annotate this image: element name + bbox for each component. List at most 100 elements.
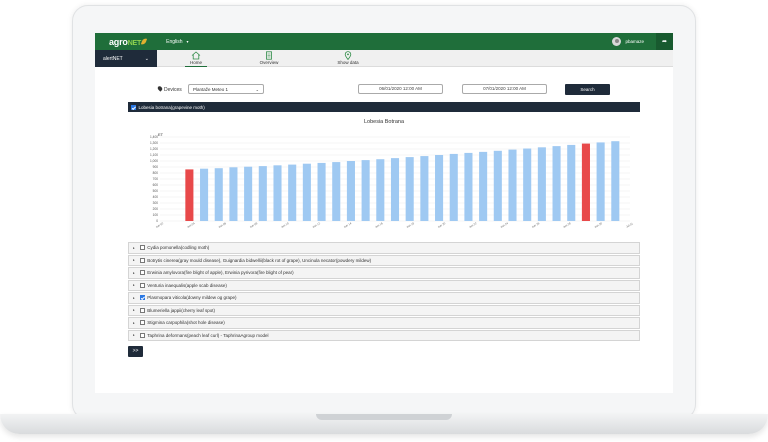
chart-bar[interactable] bbox=[420, 156, 429, 221]
disease-checkbox[interactable] bbox=[139, 257, 145, 263]
disease-item[interactable]: ▸ Erwinia amylovora(fire blight of apple)… bbox=[128, 267, 640, 279]
tab-home[interactable]: Home bbox=[185, 51, 207, 67]
tab-overview[interactable]: Overview bbox=[255, 51, 283, 67]
search-button[interactable]: Search bbox=[565, 84, 610, 95]
chart-bar[interactable] bbox=[567, 144, 576, 221]
disease-checkbox[interactable] bbox=[139, 332, 145, 338]
x-tick-label: Jun 04 bbox=[186, 221, 196, 229]
y-tick-label: 200 bbox=[153, 207, 159, 211]
chart-bar[interactable] bbox=[405, 157, 414, 221]
chart-bar[interactable] bbox=[493, 150, 502, 221]
chart-bar[interactable] bbox=[185, 169, 194, 221]
disease-list: ▸ Cydia pomonella(codling moth) ▸ Botrytis … bbox=[128, 242, 640, 342]
disease-checkbox[interactable] bbox=[139, 282, 145, 288]
disease-label: Botrytis cinerea(gray mould disease), Gu… bbox=[147, 257, 372, 263]
caret-right-icon[interactable]: ▸ bbox=[133, 258, 135, 262]
lobesia-checkbox[interactable] bbox=[131, 104, 136, 110]
user-area: pbamaze ➦ bbox=[612, 33, 673, 50]
y-tick-label: 300 bbox=[153, 201, 159, 205]
caret-right-icon[interactable]: ▸ bbox=[133, 271, 135, 275]
disease-checkbox[interactable] bbox=[139, 295, 145, 301]
x-tick-label: Jun 08 bbox=[249, 221, 259, 229]
y-tick-label: 1,200 bbox=[150, 147, 158, 151]
y-tick-label: 1,400 bbox=[150, 135, 158, 139]
x-tick-label: Jun 12 bbox=[312, 221, 322, 229]
chart-bar[interactable] bbox=[596, 142, 605, 221]
disease-label: Erwinia amylovora(fire blight of apple),… bbox=[147, 270, 294, 276]
chart-bar[interactable] bbox=[200, 168, 209, 221]
chart-bar[interactable] bbox=[611, 141, 620, 221]
tab-show-data[interactable]: Show data bbox=[335, 51, 361, 67]
caret-right-icon[interactable]: ▸ bbox=[133, 296, 135, 300]
caret-right-icon[interactable]: ▸ bbox=[133, 333, 135, 337]
chart-title: Lobesia Botrana bbox=[364, 119, 405, 125]
laptop-notch bbox=[316, 414, 452, 420]
chart-bar[interactable] bbox=[273, 165, 282, 221]
chevron-down-icon: ⌄ bbox=[255, 86, 259, 92]
disease-checkbox[interactable] bbox=[139, 320, 145, 326]
date-to-input[interactable]: 07/01/2020 12:00 AM bbox=[462, 84, 547, 94]
x-tick-label: Jun 18 bbox=[406, 221, 416, 229]
chart-bar[interactable] bbox=[449, 153, 458, 221]
more-button[interactable]: >> bbox=[128, 346, 143, 357]
map-pin-icon bbox=[344, 51, 352, 60]
chart-bar[interactable] bbox=[214, 168, 223, 221]
product-switcher[interactable]: alertNET ⌄ bbox=[95, 50, 157, 67]
chart-bar[interactable] bbox=[581, 143, 590, 221]
disease-item[interactable]: ▸ Cydia pomonella(codling moth) bbox=[128, 242, 640, 254]
document-icon bbox=[266, 51, 272, 60]
chart-bar[interactable] bbox=[390, 158, 400, 221]
date-from-input[interactable]: 06/01/2020 12:00 AM bbox=[358, 84, 443, 94]
logout-button[interactable]: ➦ bbox=[656, 33, 673, 50]
chart-bar[interactable] bbox=[464, 152, 473, 221]
disease-checkbox[interactable] bbox=[139, 245, 145, 251]
disease-label: Venturia inaequalis(apple scab disease) bbox=[147, 282, 227, 288]
disease-item[interactable]: ▸ Venturia inaequalis(apple scab disease) bbox=[128, 279, 640, 291]
y-tick-label: 100 bbox=[153, 213, 159, 217]
language-select[interactable]: English ▾ bbox=[166, 39, 188, 45]
chart-bar[interactable] bbox=[317, 162, 326, 221]
chart-bar[interactable] bbox=[346, 161, 355, 221]
chart-bar[interactable] bbox=[376, 159, 385, 221]
x-tick-label: Jun 20 bbox=[437, 221, 447, 229]
x-tick-label: Jun 14 bbox=[343, 221, 353, 229]
caret-right-icon[interactable]: ▸ bbox=[133, 308, 135, 312]
y-tick-label: 500 bbox=[153, 189, 159, 193]
chart-bar[interactable] bbox=[302, 163, 311, 221]
caret-right-icon[interactable]: ▸ bbox=[133, 246, 135, 250]
chart-bar[interactable] bbox=[288, 164, 297, 221]
disease-label: Blumeriella jappii(cherry leaf spot) bbox=[147, 307, 216, 313]
disease-checkbox[interactable] bbox=[139, 270, 145, 276]
chart-bar[interactable] bbox=[361, 160, 370, 221]
devices-label: Devices bbox=[156, 85, 182, 93]
chart-bar[interactable] bbox=[244, 166, 253, 221]
lobesia-bar-chart: Lobesia Botrana ET 0 100 200 300 400 500 600 70… bbox=[150, 119, 634, 229]
disease-item[interactable]: ▸ Stigmina carpophila(shot hole disease) bbox=[128, 317, 640, 329]
disease-item[interactable]: ▸ Botrytis cinerea(gray mould disease), G… bbox=[128, 254, 640, 266]
chart-bar[interactable] bbox=[332, 162, 341, 221]
chart-bar[interactable] bbox=[479, 151, 488, 221]
caret-right-icon[interactable]: ▸ bbox=[133, 321, 135, 325]
chart-bar[interactable] bbox=[508, 149, 517, 221]
section-header-lobesia[interactable]: Lobesia botrana(grapevine moth) bbox=[128, 102, 640, 112]
avatar[interactable] bbox=[612, 37, 622, 46]
chart-bar[interactable] bbox=[258, 166, 267, 221]
chart-bar[interactable] bbox=[229, 167, 238, 221]
device-select[interactable]: Plantaže Meteo 1 ⌄ bbox=[188, 84, 264, 94]
chart-bar[interactable] bbox=[523, 148, 532, 221]
chevron-down-icon: ⌄ bbox=[144, 55, 149, 62]
disease-item[interactable]: ▸ Taphrina deformans(peach leaf curl) - T… bbox=[128, 329, 640, 341]
disease-item[interactable]: ▸ Blumeriella jappii(cherry leaf spot) bbox=[128, 304, 640, 316]
disease-checkbox[interactable] bbox=[139, 307, 145, 313]
location-icon bbox=[156, 85, 164, 92]
x-tick-label: Jun 30 bbox=[594, 221, 604, 229]
top-bar: agroNET English ▾ pbamaze ➦ bbox=[95, 33, 673, 50]
chart-bar[interactable] bbox=[537, 147, 546, 221]
chart-bar[interactable] bbox=[435, 155, 444, 221]
disease-item[interactable]: ▸ Plasmopara viticola(downy mildew og gra… bbox=[128, 292, 640, 304]
caret-right-icon[interactable]: ▸ bbox=[133, 283, 135, 287]
chart-bar[interactable] bbox=[552, 146, 561, 221]
app-logo[interactable]: agroNET bbox=[109, 37, 148, 47]
username[interactable]: pbamaze bbox=[625, 39, 644, 44]
app-screen: agroNET English ▾ pbamaze ➦ alertNET ⌄ Hom… bbox=[95, 33, 673, 393]
